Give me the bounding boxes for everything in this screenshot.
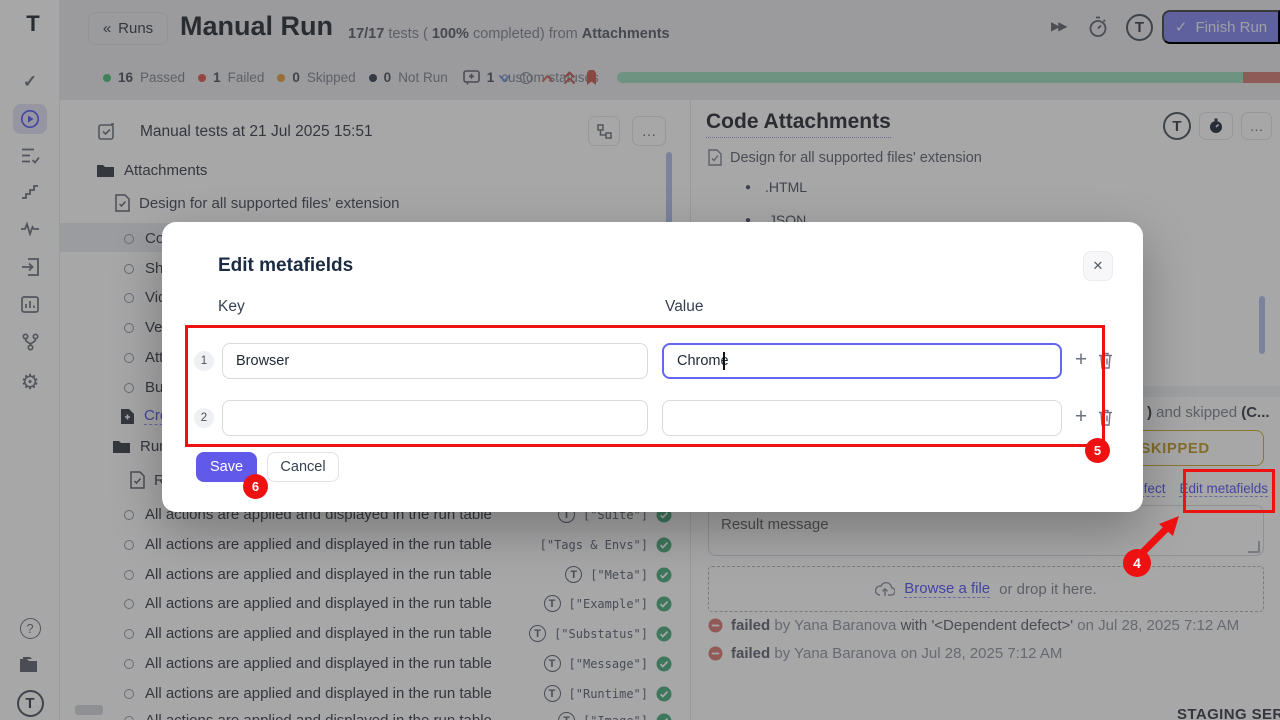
annotation-box-5 bbox=[185, 325, 1105, 447]
annotation-badge-4: 4 bbox=[1123, 549, 1151, 577]
value-column-header: Value bbox=[665, 298, 704, 316]
key-column-header: Key bbox=[218, 298, 245, 316]
annotation-box-4 bbox=[1183, 469, 1275, 513]
modal-title: Edit metafields bbox=[218, 255, 353, 277]
cancel-button[interactable]: Cancel bbox=[267, 452, 339, 482]
modal-close-button[interactable]: ✕ bbox=[1083, 251, 1113, 281]
annotation-badge-5: 5 bbox=[1085, 438, 1110, 463]
annotation-badge-6: 6 bbox=[243, 474, 268, 499]
